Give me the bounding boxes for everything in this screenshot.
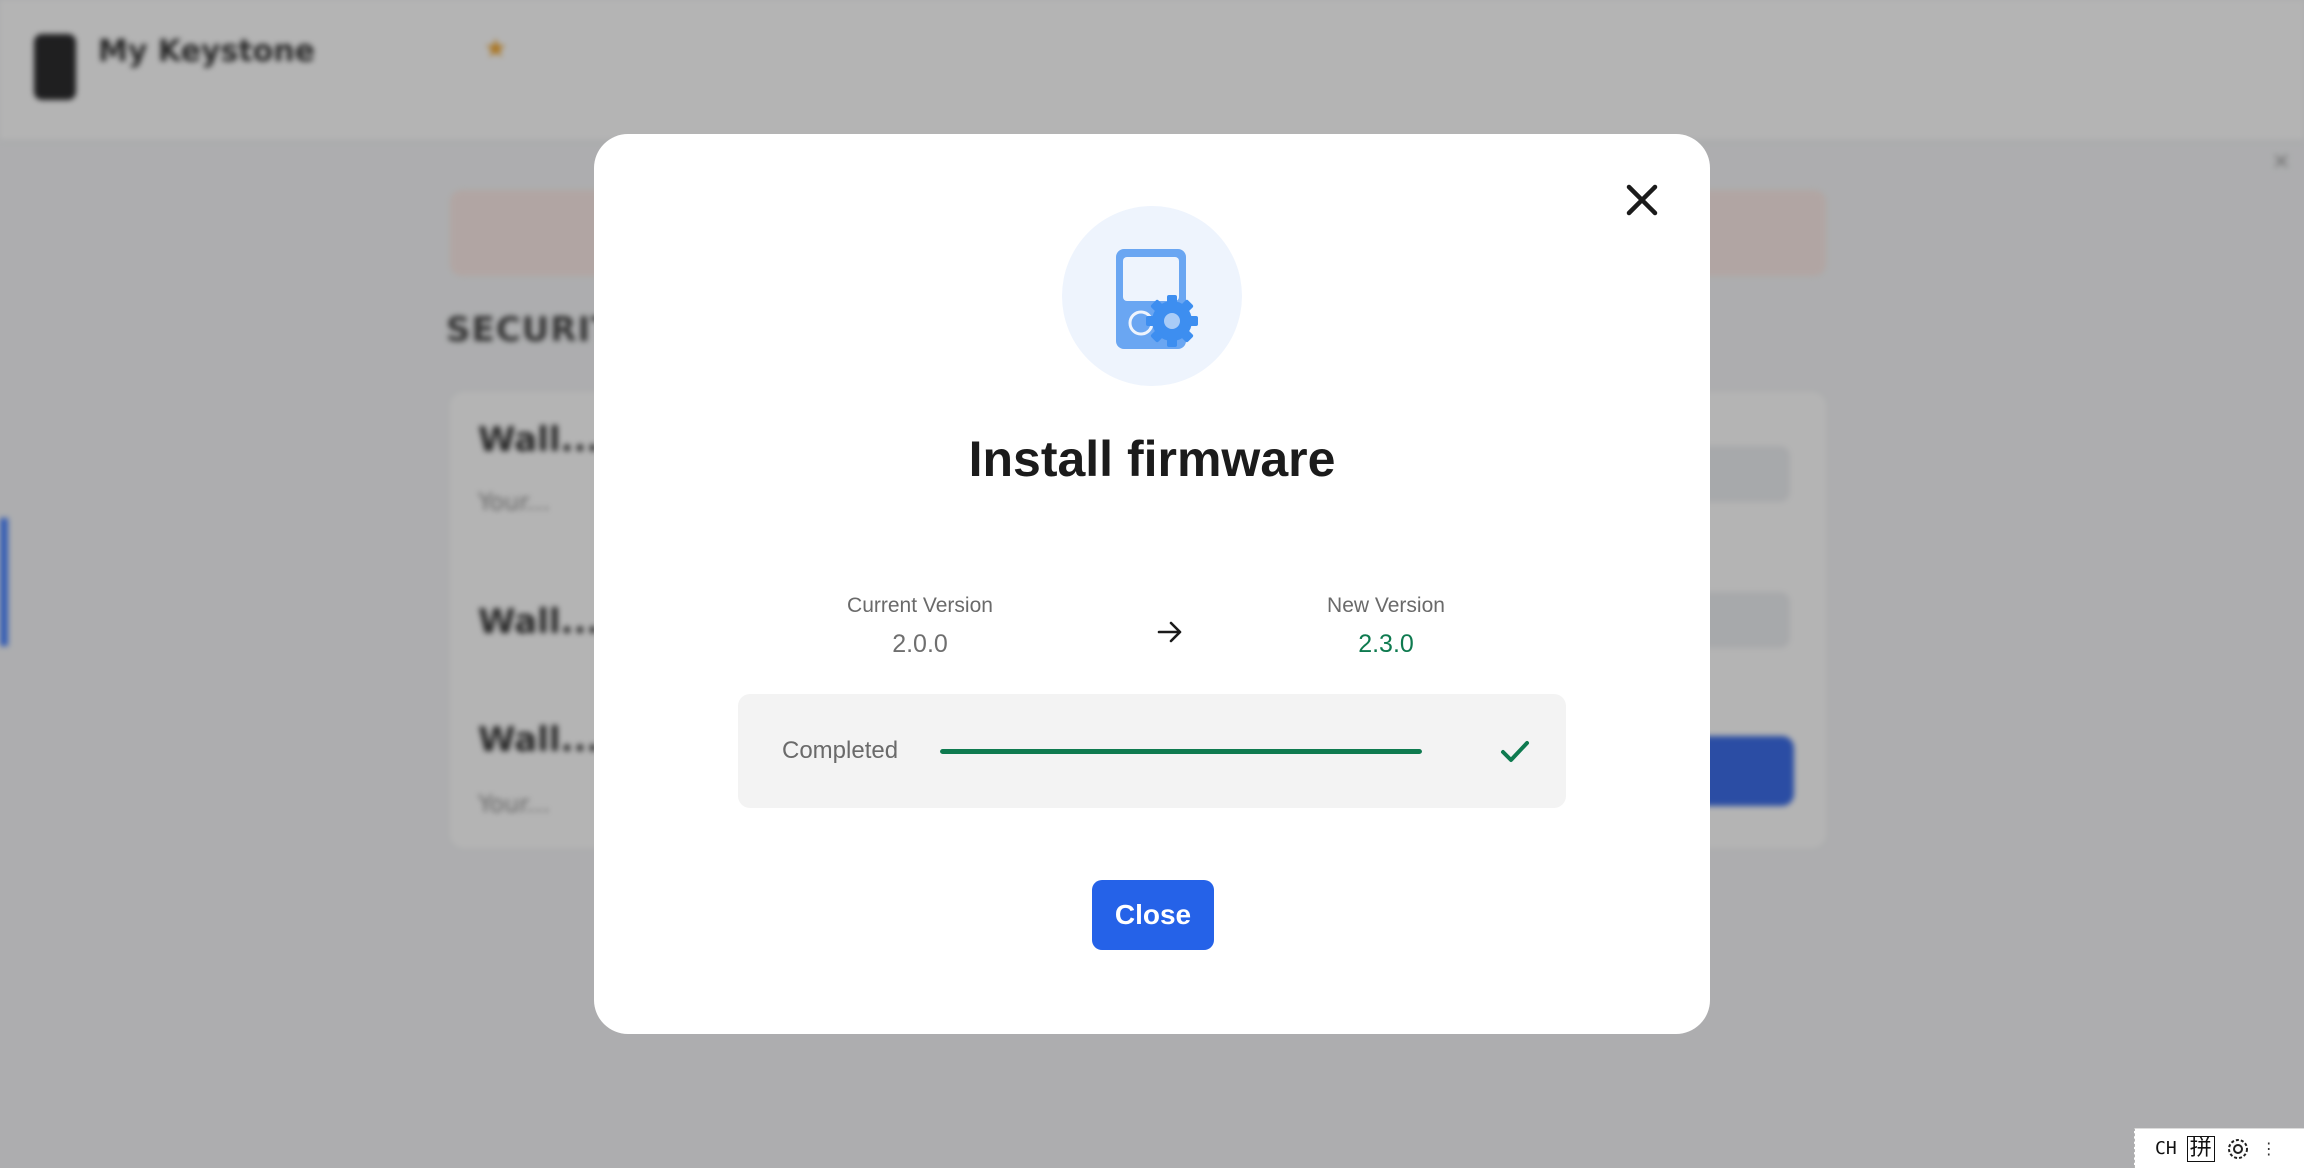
progress-bar-fill: [940, 749, 1422, 754]
progress-bar: [940, 749, 1422, 754]
current-version-value: 2.0.0: [892, 630, 948, 658]
arrow-right-icon: [1157, 621, 1182, 643]
new-version: New Version 2.3.0: [1206, 594, 1566, 659]
checkmark-icon: [1501, 741, 1529, 762]
dialog-title: Install firmware: [968, 431, 1336, 487]
ime-toolbar: CH 拼 ⋮: [2134, 1128, 2304, 1168]
hero-badge: [1062, 206, 1242, 386]
dialog-close-button[interactable]: [1612, 170, 1672, 230]
ime-pinyin-button[interactable]: 拼: [2186, 1135, 2215, 1162]
close-icon: [1626, 184, 1658, 216]
install-firmware-dialog: Install firmware Current Version 2.0.0 N…: [594, 134, 1710, 1034]
install-progress: Completed: [738, 694, 1566, 808]
firmware-device-icon: [1116, 249, 1198, 349]
close-button[interactable]: Close: [1092, 880, 1214, 950]
ime-language-toggle[interactable]: CH: [2155, 1138, 2177, 1159]
new-version-label: New Version: [1327, 594, 1445, 617]
current-version: Current Version 2.0.0: [740, 594, 1100, 659]
current-version-label: Current Version: [847, 594, 993, 617]
new-version-value: 2.3.0: [1358, 630, 1414, 658]
ime-more-icon[interactable]: ⋮: [2261, 1139, 2277, 1158]
progress-status-label: Completed: [782, 737, 899, 764]
gear-icon[interactable]: [2225, 1136, 2251, 1162]
